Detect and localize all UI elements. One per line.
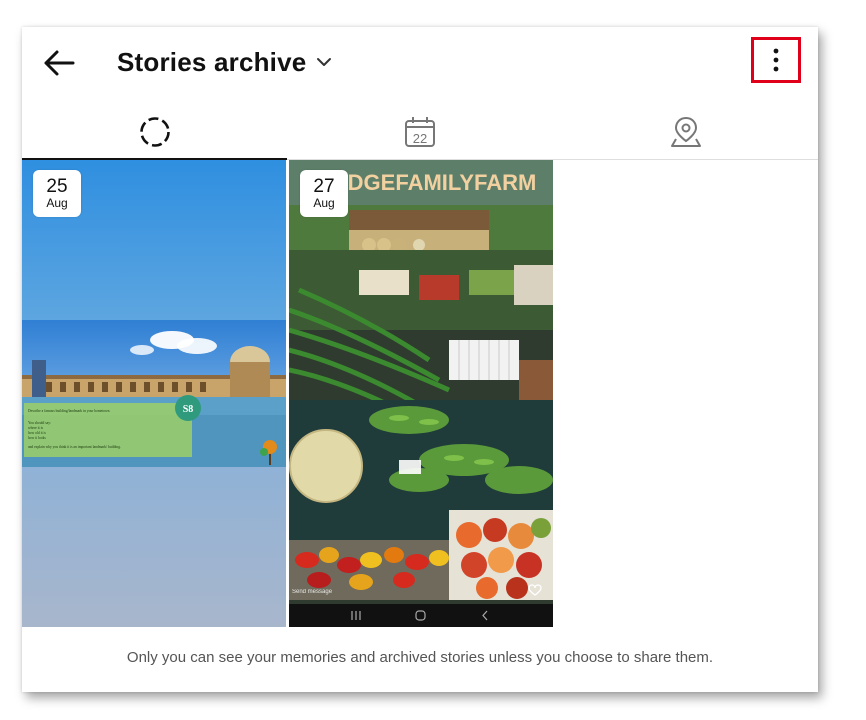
send-message-text: Send message — [292, 589, 333, 595]
story-text-line: how old it is — [28, 431, 46, 435]
title-dropdown[interactable]: Stories archive — [117, 44, 332, 80]
chevron-down-icon — [317, 58, 332, 66]
story-text-line: You should say: — [28, 421, 51, 425]
top-bar: Stories archive — [22, 27, 818, 97]
farm-title: EDGEFAMILYFARM — [333, 170, 536, 195]
calendar-icon: 22 — [404, 117, 435, 147]
story-grid: S8 Describe a famous building/landmark i… — [22, 160, 818, 627]
tab-stories[interactable] — [22, 105, 287, 160]
story-day: 27 — [313, 176, 335, 197]
story-thumbnail-farm-market: EDGEFAMILYFARM Send message — [289, 160, 553, 627]
story-date-badge: 27 Aug — [300, 170, 348, 217]
story-tile-1[interactable]: S8 Describe a famous building/landmark i… — [22, 160, 286, 627]
story-text-line: and explain why you think it is an impor… — [28, 445, 121, 449]
story-text-line: how it looks — [28, 436, 46, 440]
map-pin-icon — [670, 116, 701, 147]
app-window: Stories archive 22 S8 Describe a famous … — [22, 27, 818, 692]
story-text-line: Describe a famous building/landmark in y… — [28, 409, 110, 413]
back-button[interactable] — [40, 45, 80, 81]
more-vertical-icon — [773, 48, 779, 72]
story-tile-2[interactable]: EDGEFAMILYFARM Send message 27 Aug — [289, 160, 553, 627]
story-month: Aug — [46, 196, 68, 210]
story-day: 25 — [46, 176, 68, 197]
archive-tabs: 22 — [22, 105, 818, 160]
calendar-day-number: 22 — [412, 131, 426, 146]
tab-map[interactable] — [553, 105, 818, 159]
story-text-line: where it is — [28, 426, 44, 430]
story-badge: S8 — [183, 404, 194, 415]
page-title: Stories archive — [117, 46, 307, 77]
arrow-left-icon — [44, 50, 75, 76]
tab-calendar[interactable]: 22 — [287, 105, 552, 159]
more-options-button[interactable] — [751, 37, 801, 83]
story-month: Aug — [313, 196, 335, 210]
circle-dashed-icon — [139, 117, 170, 147]
story-date-badge: 25 Aug — [33, 170, 81, 217]
privacy-note: Only you can see your memories and archi… — [126, 649, 714, 666]
story-thumbnail-mosque: S8 Describe a famous building/landmark i… — [22, 160, 286, 627]
